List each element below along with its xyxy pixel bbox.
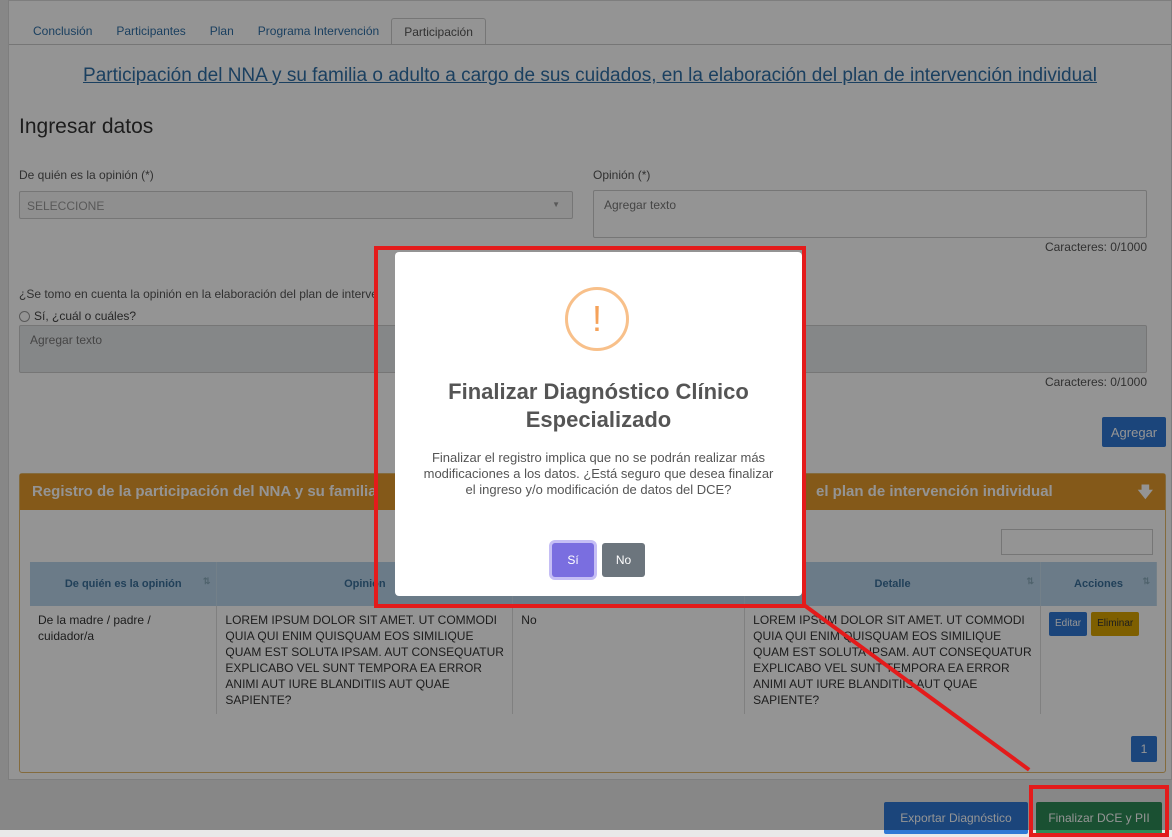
modal-highlight-box <box>374 246 806 608</box>
finish-button-highlight-box <box>1029 785 1169 837</box>
